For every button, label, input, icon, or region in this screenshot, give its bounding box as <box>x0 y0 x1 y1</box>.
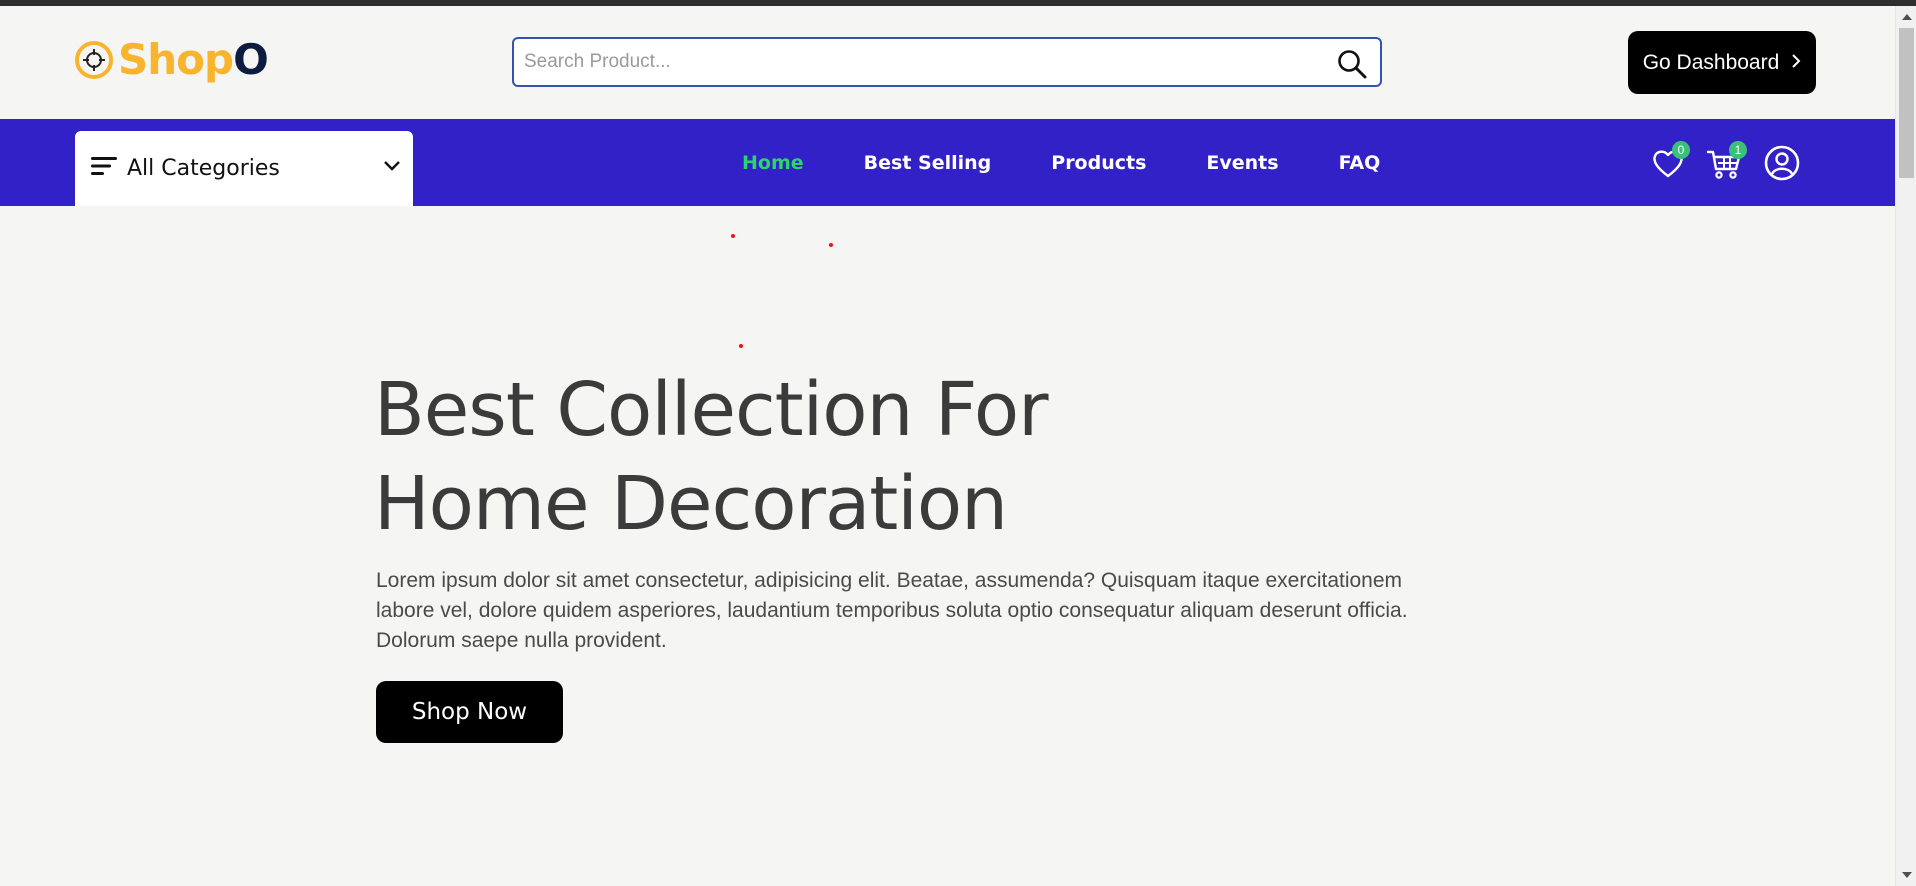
scroll-up-arrow-icon[interactable] <box>1902 14 1912 20</box>
chevron-right-icon <box>1791 51 1801 75</box>
main-navbar: All Categories Home Best Selling Product… <box>0 119 1895 206</box>
hero-description: Lorem ipsum dolor sit amet consectetur, … <box>376 569 1408 652</box>
chevron-down-icon <box>383 159 401 177</box>
menu-lines-icon <box>91 155 117 182</box>
logo-text-main: Shop <box>118 35 234 84</box>
search-icon[interactable] <box>1336 48 1368 80</box>
navbar-actions: 0 1 <box>1648 141 1819 183</box>
nav-link-best-selling[interactable]: Best Selling <box>864 152 992 174</box>
hero-title-line-1: Best Collection For <box>374 367 1049 453</box>
scroll-thumb[interactable] <box>1899 28 1914 178</box>
site-header: ShopO Go Dashboard <box>0 6 1895 119</box>
nav-link-faq[interactable]: FAQ <box>1339 152 1381 174</box>
hero-title-line-2: Home Decoration <box>374 461 1008 547</box>
nav-link-events[interactable]: Events <box>1206 152 1278 174</box>
nav-link-home[interactable]: Home <box>742 152 804 174</box>
wishlist-count-badge: 0 <box>1672 141 1690 159</box>
scroll-down-arrow-icon[interactable] <box>1902 872 1912 878</box>
nav-links: Home Best Selling Products Events FAQ <box>742 119 1440 206</box>
all-categories-dropdown[interactable]: All Categories <box>75 131 413 206</box>
wishlist-button[interactable]: 0 <box>1648 141 1690 183</box>
logo[interactable]: ShopO <box>74 35 269 84</box>
profile-button[interactable] <box>1762 143 1802 183</box>
cart-icon <box>1705 150 1745 187</box>
search-input[interactable] <box>524 39 1314 85</box>
search-bar <box>512 37 1382 87</box>
go-dashboard-label: Go Dashboard <box>1642 50 1780 74</box>
heart-icon <box>1648 150 1688 187</box>
decor-dot <box>731 234 735 238</box>
logo-target-icon <box>74 40 114 80</box>
cart-button[interactable]: 1 <box>1705 141 1747 183</box>
page-scrollbar[interactable] <box>1895 6 1916 886</box>
shop-now-button[interactable]: Shop Now <box>376 681 563 743</box>
nav-link-products[interactable]: Products <box>1051 152 1146 174</box>
cart-count-badge: 1 <box>1729 141 1747 159</box>
decor-dot <box>739 344 743 348</box>
logo-text-end: O <box>233 35 269 84</box>
go-dashboard-button[interactable]: Go Dashboard <box>1628 31 1816 94</box>
hero-title: Best Collection For Home Decoration <box>374 363 1174 551</box>
decor-dot <box>829 243 833 247</box>
user-circle-icon <box>1762 145 1802 187</box>
all-categories-label: All Categories <box>127 156 280 181</box>
